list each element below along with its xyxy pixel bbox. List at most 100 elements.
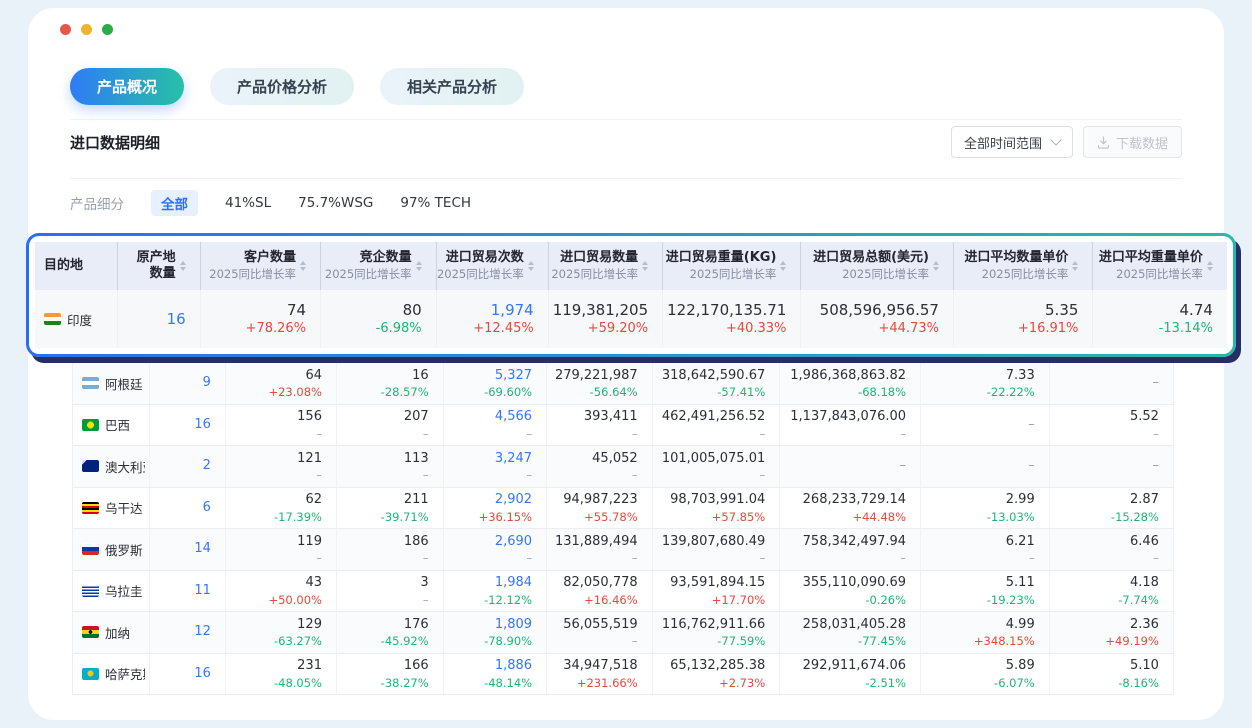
origin-count-value[interactable]: 9	[203, 375, 211, 391]
metric-value: 6.21	[1006, 534, 1035, 550]
download-data-button[interactable]: 下载数据	[1083, 126, 1182, 158]
column-growth-sublabel: 2025同比增长率	[325, 267, 412, 281]
metric-value[interactable]: 4,566	[495, 409, 532, 425]
origin-count-value[interactable]: 16	[167, 310, 186, 328]
metric-value: 7.33	[1006, 368, 1035, 384]
metric-cell: 2.99-13.03%	[921, 488, 1050, 529]
sort-icon[interactable]	[642, 261, 648, 271]
metric-cell: 1,986,368,863.82-68.18%	[780, 363, 921, 404]
metric-value[interactable]: 5,327	[495, 368, 532, 384]
metric-cell: –	[921, 446, 1050, 487]
metric-cell: 2,902+36.15%	[444, 488, 547, 529]
column-header-7[interactable]: 进口贸易总额(美元)2025同比增长率	[801, 242, 954, 290]
metric-cell: 508,596,956.57+44.73%	[801, 290, 954, 348]
column-header-4[interactable]: 进口贸易次数2025同比增长率	[437, 242, 549, 290]
metric-cell: –	[1050, 363, 1173, 404]
table-row[interactable]: 阿根廷964+23.08%16-28.57%5,327-69.60%279,22…	[73, 363, 1173, 405]
growth-value: –	[526, 428, 532, 441]
table-row[interactable]: 加纳12129-63.27%176-45.92%1,809-78.90%56,0…	[73, 612, 1173, 654]
table-row[interactable]: 印度1674+78.26%80-6.98%1,974+12.45%119,381…	[35, 290, 1227, 348]
tab-price-analysis[interactable]: 产品价格分析	[210, 68, 354, 105]
metric-cell: 318,642,590.67-57.41%	[653, 363, 781, 404]
metric-value[interactable]: 1,886	[495, 658, 532, 674]
column-header-1[interactable]: 原产地数量	[118, 242, 200, 290]
sort-icon[interactable]	[1072, 261, 1078, 271]
filter-option-all[interactable]: 全部	[151, 190, 198, 216]
growth-value: –	[526, 469, 532, 482]
metric-cell: 119,381,205+59.20%	[549, 290, 663, 348]
metric-value: 207	[404, 409, 429, 425]
origin-count-value[interactable]: 16	[194, 666, 211, 682]
sort-icon[interactable]	[1207, 261, 1213, 271]
origin-count-cell: 6	[150, 488, 226, 529]
origin-count-value[interactable]: 6	[203, 500, 211, 516]
growth-value: -38.27%	[381, 677, 429, 690]
metric-value: 393,411	[584, 409, 638, 425]
close-window-icon[interactable]	[60, 24, 71, 35]
table-row[interactable]: 澳大利亚2121–113–3,247–45,052–101,005,075.01…	[73, 446, 1173, 488]
metric-value[interactable]: 3,247	[495, 451, 532, 467]
sort-icon[interactable]	[933, 261, 939, 271]
metric-cell: 186–	[337, 529, 444, 570]
segment-filter: 产品细分 全部 41%SL 75.7%WSG 97% TECH	[70, 183, 1182, 223]
country-name: 哈萨克斯坦	[105, 664, 145, 683]
metric-value: 355,110,090.69	[803, 575, 906, 591]
sort-icon[interactable]	[780, 261, 786, 271]
growth-value: +57.85%	[712, 511, 766, 524]
metric-cell: 279,221,987-56.64%	[547, 363, 653, 404]
origin-count-value[interactable]: 12	[194, 624, 211, 640]
time-range-select[interactable]: 全部时间范围	[951, 126, 1073, 158]
filter-option-757wsg[interactable]: 75.7%WSG	[298, 195, 373, 211]
metric-value: 93,591,894.15	[670, 575, 765, 591]
metric-value[interactable]: 1,974	[491, 301, 534, 319]
table-row[interactable]: 巴西16156–207–4,566–393,411–462,491,256.52…	[73, 405, 1173, 447]
maximize-window-icon[interactable]	[102, 24, 113, 35]
growth-value: -8.16%	[1118, 677, 1159, 690]
metric-value[interactable]: 2,690	[495, 534, 532, 550]
origin-count-value[interactable]: 2	[203, 458, 211, 474]
filter-option-97tech[interactable]: 97% TECH	[400, 195, 471, 211]
metric-cell: 4.99+348.15%	[921, 612, 1050, 653]
tab-product-overview[interactable]: 产品概况	[70, 68, 184, 105]
minimize-window-icon[interactable]	[81, 24, 92, 35]
metric-cell: –	[780, 446, 921, 487]
metric-cell: 5.52–	[1050, 405, 1173, 446]
table-row[interactable]: 俄罗斯14119–186–2,690–131,889,494–139,807,6…	[73, 529, 1173, 571]
metric-value[interactable]: 1,809	[495, 617, 532, 633]
origin-count-value[interactable]: 14	[194, 541, 211, 557]
growth-value: +50.00%	[268, 594, 322, 607]
country-name: 阿根廷	[105, 374, 143, 393]
table-row[interactable]: 乌干达662-17.39%211-39.71%2,902+36.15%94,98…	[73, 488, 1173, 530]
column-header-8[interactable]: 进口平均数量单价2025同比增长率	[954, 242, 1093, 290]
table-row[interactable]: 乌拉圭1143+50.00%3–1,984-12.12%82,050,778+1…	[73, 571, 1173, 613]
metric-cell: 139,807,680.49–	[653, 529, 781, 570]
tab-related-products[interactable]: 相关产品分析	[380, 68, 524, 105]
sort-icon[interactable]	[528, 261, 534, 271]
growth-value: -56.64%	[590, 386, 638, 399]
table-row[interactable]: 哈萨克斯坦16231-48.05%166-38.27%1,886-48.14%3…	[73, 654, 1173, 696]
filter-option-41sl[interactable]: 41%SL	[225, 195, 271, 211]
sort-icon[interactable]	[416, 261, 422, 271]
column-header-2[interactable]: 客户数量2025同比增长率	[201, 242, 321, 290]
growth-value: –	[423, 469, 429, 482]
country-name: 乌拉圭	[105, 581, 143, 600]
column-header-9[interactable]: 进口平均重量单价2025同比增长率	[1093, 242, 1227, 290]
flag-kazakhstan-icon	[82, 668, 99, 680]
growth-value: –	[423, 428, 429, 441]
metric-cell: 113–	[337, 446, 444, 487]
sort-icon[interactable]	[180, 261, 186, 271]
origin-count-value[interactable]: 11	[194, 583, 211, 599]
origin-count-value[interactable]: 16	[194, 417, 211, 433]
destination-cell: 澳大利亚	[73, 446, 150, 487]
country-name: 巴西	[105, 415, 130, 434]
sort-icon[interactable]	[300, 261, 306, 271]
metric-value[interactable]: 2,902	[495, 492, 532, 508]
metric-value[interactable]: 1,984	[495, 575, 532, 591]
metric-cell: 3,247 –	[444, 446, 547, 487]
growth-value: +49.19%	[1105, 635, 1159, 648]
metric-cell: 64+23.08%	[226, 363, 337, 404]
column-header-5[interactable]: 进口贸易数量2025同比增长率	[549, 242, 663, 290]
column-header-6[interactable]: 进口贸易重量(KG)2025同比增长率	[663, 242, 801, 290]
column-header-3[interactable]: 竞企数量2025同比增长率	[321, 242, 437, 290]
metric-value: 80	[403, 301, 422, 319]
